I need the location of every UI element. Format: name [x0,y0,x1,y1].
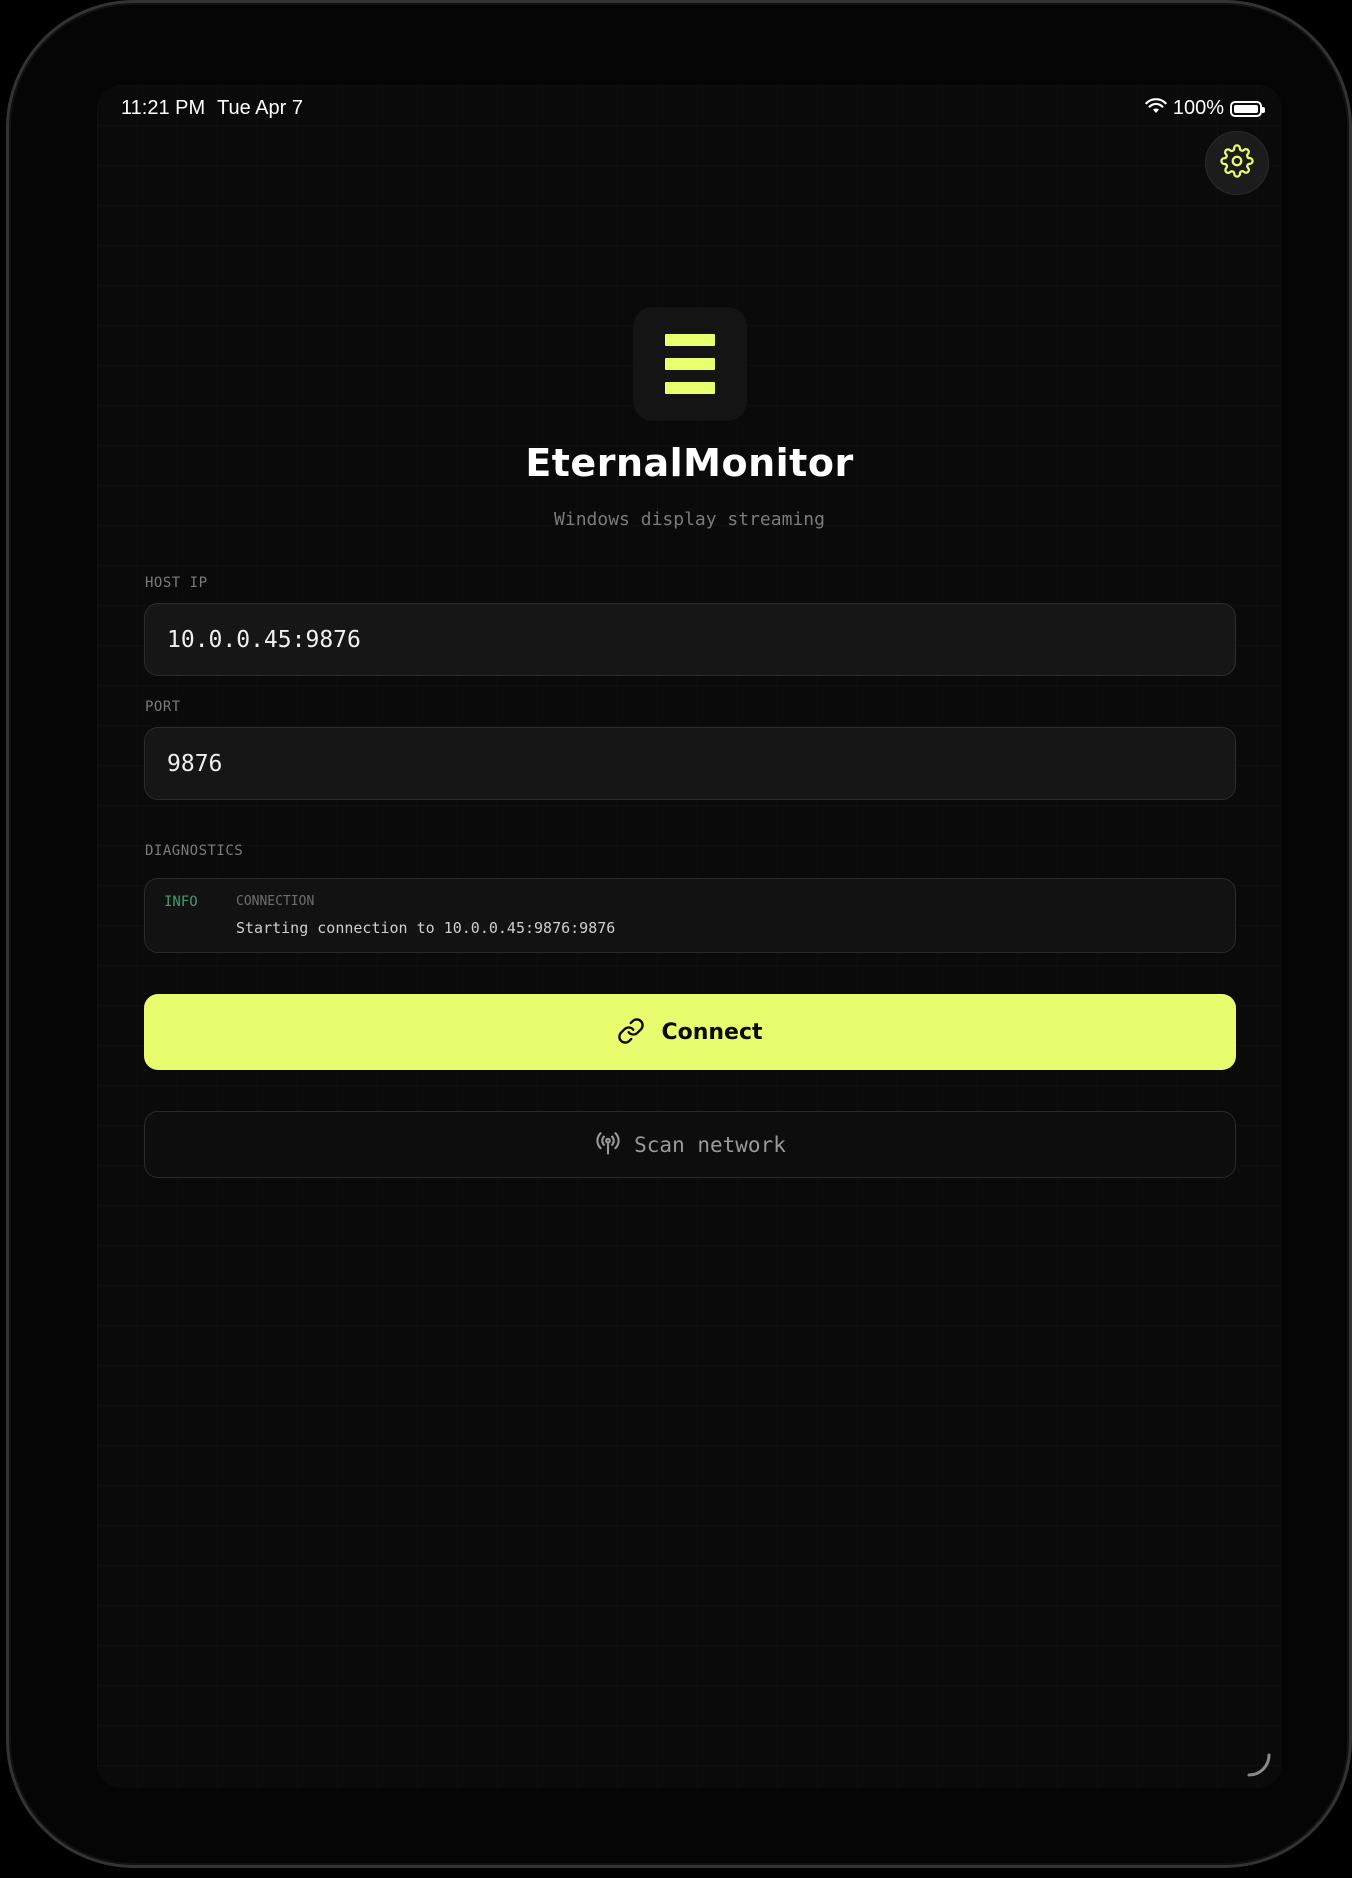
settings-button[interactable] [1205,131,1269,195]
corner-handle-icon [1247,1753,1271,1777]
battery-percent: 100% [1172,97,1224,119]
battery-icon [1230,100,1265,117]
port-input[interactable] [144,727,1236,800]
wifi-icon [1145,97,1167,120]
status-indicators: 100% [1145,97,1265,120]
antenna-icon [594,1129,622,1160]
host-ip-label: HOST IP [145,575,208,591]
three-bars-logo-icon [633,307,747,421]
log-category: CONNECTION [236,894,315,909]
diagnostics-log: INFO CONNECTION Starting connection to 1… [144,878,1236,953]
log-message: Starting connection to 10.0.0.45:9876:98… [236,919,616,937]
status-time: 11:21 PM [121,97,206,119]
logo-bar-middle [665,358,715,370]
app-subtitle: Windows display streaming [554,509,825,530]
status-date: Tue Apr 7 [217,97,303,119]
link-icon [617,1017,645,1048]
logo-bar-top [665,334,715,346]
scan-network-label: Scan network [634,1132,786,1157]
app-title: EternalMonitor [525,441,854,485]
logo-bar-bottom [665,382,715,394]
host-ip-input[interactable] [144,603,1236,676]
connect-label: Connect [661,1019,763,1045]
connect-button[interactable]: Connect [144,994,1236,1070]
app-screen: 11:21 PM Tue Apr 7 100% EternalMonitor W… [97,85,1282,1788]
status-bar: 11:21 PM Tue Apr 7 100% [97,85,1282,129]
log-level: INFO [164,894,198,910]
tablet-frame: 11:21 PM Tue Apr 7 100% EternalMonitor W… [6,0,1352,1868]
gear-icon [1220,143,1254,183]
diagnostics-label: DIAGNOSTICS [145,843,244,859]
port-label: PORT [145,699,181,715]
scan-network-button[interactable]: Scan network [144,1111,1236,1178]
